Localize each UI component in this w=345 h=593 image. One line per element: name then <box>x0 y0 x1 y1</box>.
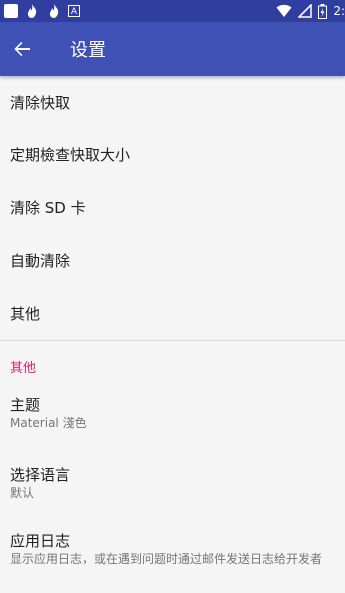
pref-auto-clear[interactable]: 自動清除 <box>0 234 345 287</box>
fire-icon <box>24 3 40 19</box>
pref-summary: Material 淺色 <box>10 416 87 430</box>
signal-icon <box>298 4 313 18</box>
pref-language[interactable]: 选择语言 默认 <box>0 461 345 531</box>
status-bar: A 2: <box>0 0 345 22</box>
pref-title: 选择语言 <box>10 466 71 484</box>
status-bar-notifications: A <box>0 3 86 19</box>
pref-label: 清除 SD 卡 <box>10 199 86 217</box>
pref-clear-cache[interactable]: 清除快取 <box>0 76 345 128</box>
pref-label: 清除快取 <box>10 93 71 112</box>
pref-clear-sd-card[interactable]: 清除 SD 卡 <box>0 181 345 234</box>
wifi-icon <box>276 4 292 18</box>
a-icon: A <box>68 5 80 17</box>
pref-summary: 显示应用日志，或在遇到问题时通过邮件发送日志给开发者 <box>10 552 323 566</box>
back-button[interactable] <box>0 22 44 76</box>
pref-other[interactable]: 其他 <box>0 287 345 340</box>
arrow-back-icon <box>14 41 30 57</box>
pref-title: 主题 <box>10 396 41 414</box>
pref-theme[interactable]: 主题 Material 淺色 <box>0 391 345 461</box>
app-notification-icon <box>4 4 18 18</box>
battery-icon <box>318 3 328 19</box>
fire-icon <box>46 3 62 19</box>
pref-check-cache-size[interactable]: 定期檢查快取大小 <box>0 128 345 181</box>
app-bar: 设置 <box>0 22 345 76</box>
settings-list: 清除快取 定期檢查快取大小 清除 SD 卡 自動清除 其他 其他 主题 Mate… <box>0 76 345 591</box>
pref-label: 其他 <box>10 305 41 323</box>
category-header-other: 其他 <box>10 360 37 376</box>
pref-summary: 默认 <box>10 486 35 500</box>
status-bar-system: 2: <box>270 0 345 22</box>
pref-label: 定期檢查快取大小 <box>10 146 131 164</box>
pref-app-log[interactable]: 应用日志 显示应用日志，或在遇到问题时通过邮件发送日志给开发者 <box>0 531 345 591</box>
clock: 2: <box>333 4 345 18</box>
pref-label: 自動清除 <box>10 252 71 270</box>
page-title: 设置 <box>70 40 106 61</box>
pref-title: 应用日志 <box>10 532 71 550</box>
